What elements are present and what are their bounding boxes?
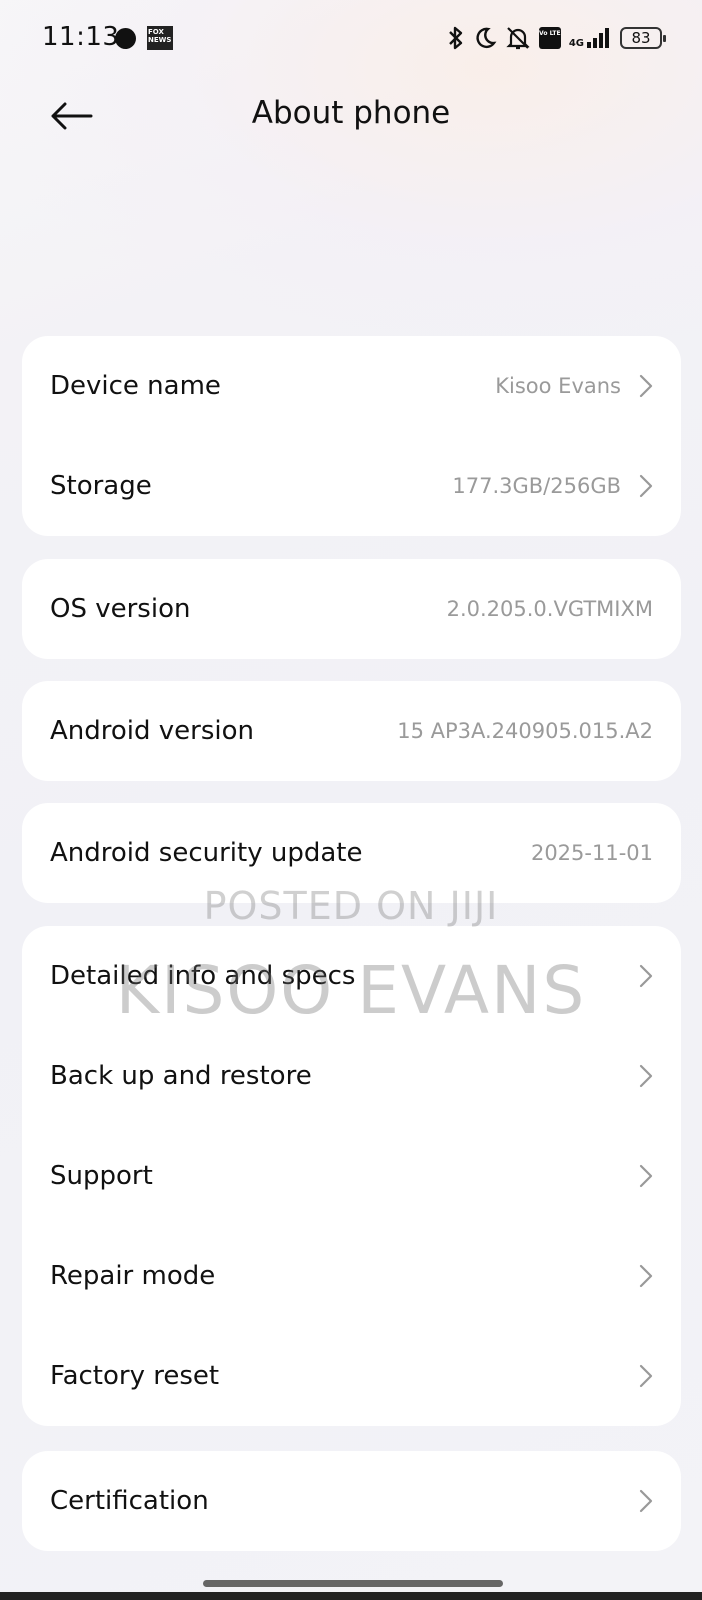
moon-icon: [476, 27, 497, 49]
volte-icon: Vo LTE: [538, 27, 561, 49]
os-version-row[interactable]: OS version 2.0.205.0.VGTMIXM: [22, 559, 681, 659]
support-row[interactable]: Support: [22, 1126, 681, 1226]
page-title: About phone: [251, 95, 451, 131]
row-label: Back up and restore: [50, 1061, 312, 1091]
settings-card-security: Android security update 2025-11-01: [22, 803, 681, 903]
settings-card-more: Detailed info and specs Back up and rest…: [22, 926, 681, 1426]
storage-row[interactable]: Storage 177.3GB/256GB: [22, 436, 681, 536]
bell-off-icon: [506, 27, 530, 50]
chevron-right-icon: [631, 1362, 653, 1390]
settings-card-certification: Certification: [22, 1451, 681, 1551]
row-label: Certification: [50, 1486, 209, 1516]
row-value: 2.0.205.0.VGTMIXM: [446, 597, 653, 621]
chevron-right-icon: [631, 1062, 653, 1090]
chevron-right-icon: [631, 472, 653, 500]
factory-reset-row[interactable]: Factory reset: [22, 1326, 681, 1426]
row-label: Android version: [50, 716, 255, 746]
chevron-right-icon: [631, 1262, 653, 1290]
device-name-row[interactable]: Device name Kisoo Evans: [22, 336, 681, 436]
row-label: Detailed info and specs: [50, 961, 356, 991]
bluetooth-icon: [448, 26, 463, 50]
status-time: 11:13: [42, 22, 120, 52]
row-label: Device name: [50, 371, 221, 401]
bottom-strip: [0, 1592, 702, 1600]
android-version-row[interactable]: Android version 15 AP3A.240905.015.A2: [22, 681, 681, 781]
row-value: 177.3GB/256GB: [452, 474, 621, 498]
detailed-info-row[interactable]: Detailed info and specs: [22, 926, 681, 1026]
chevron-right-icon: [631, 1487, 653, 1515]
home-indicator[interactable]: [203, 1580, 503, 1587]
certification-row[interactable]: Certification: [22, 1451, 681, 1551]
row-label: OS version: [50, 594, 191, 624]
row-value: Kisoo Evans: [495, 374, 621, 398]
chevron-right-icon: [631, 372, 653, 400]
signal-icon: [587, 28, 609, 48]
settings-card-os: OS version 2.0.205.0.VGTMIXM: [22, 559, 681, 659]
network-type: 4G: [568, 38, 584, 49]
battery-icon: 83: [620, 27, 666, 49]
backup-restore-row[interactable]: Back up and restore: [22, 1026, 681, 1126]
repair-mode-row[interactable]: Repair mode: [22, 1226, 681, 1326]
fox-news-icon: FOX NEWS: [147, 26, 173, 50]
row-label: Storage: [50, 471, 152, 501]
settings-card-android: Android version 15 AP3A.240905.015.A2: [22, 681, 681, 781]
chevron-right-icon: [631, 1162, 653, 1190]
record-dot-icon: [115, 28, 136, 49]
status-bar: 11:13 FOX NEWS Vo LTE 4G 83: [0, 18, 702, 58]
row-label: Factory reset: [50, 1361, 220, 1391]
security-update-row[interactable]: Android security update 2025-11-01: [22, 803, 681, 903]
row-label: Repair mode: [50, 1261, 216, 1291]
signal-group: 4G: [569, 27, 612, 49]
row-label: Android security update: [50, 838, 363, 868]
settings-card-device: Device name Kisoo Evans Storage 177.3GB/…: [22, 336, 681, 536]
row-value: 2025-11-01: [530, 841, 653, 865]
status-icons: Vo LTE 4G 83: [447, 22, 666, 54]
row-value: 15 AP3A.240905.015.A2: [397, 719, 653, 743]
row-label: Support: [50, 1161, 153, 1191]
chevron-right-icon: [631, 962, 653, 990]
